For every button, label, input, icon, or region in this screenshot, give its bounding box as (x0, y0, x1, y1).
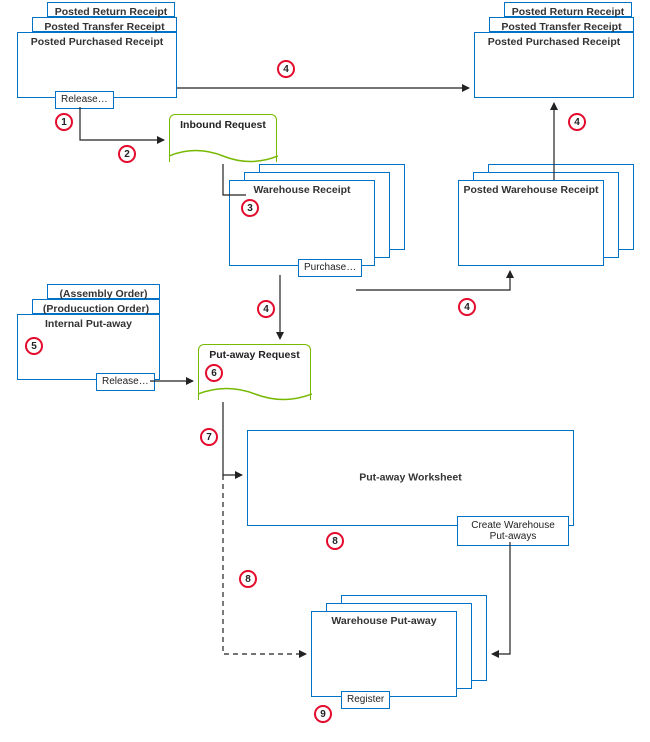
label: Register (347, 694, 384, 705)
label: Posted Purchased Receipt (18, 35, 176, 50)
label: Inbound Request (170, 119, 276, 131)
label: Posted Purchased Receipt (475, 35, 633, 50)
purchase-button[interactable]: Purchase… (298, 259, 362, 277)
label: Put-away Request (199, 349, 310, 361)
label: Release… (61, 94, 108, 105)
posted-purchased-receipt-box-1: Posted Purchased Receipt (17, 32, 177, 98)
warehouse-receipt-box: Warehouse Receipt (229, 180, 375, 266)
badge-4-mid-left: 4 (257, 300, 275, 318)
label: Posted Warehouse Receipt (459, 183, 603, 198)
badge-5: 5 (25, 337, 43, 355)
label: Put-away Worksheet (248, 471, 573, 486)
posted-return-receipt-box-1: Posted Return Receipt (47, 2, 175, 17)
badge-2: 2 (118, 145, 136, 163)
badge-4-mid-right: 4 (458, 298, 476, 316)
release-button-1[interactable]: Release… (55, 91, 114, 109)
create-wh-putaways-button[interactable]: Create WarehousePut-aways (457, 516, 569, 546)
badge-9: 9 (314, 705, 332, 723)
badge-3: 3 (241, 199, 259, 217)
posted-wh-receipt-box: Posted Warehouse Receipt (458, 180, 604, 266)
label: Create WarehousePut-aways (471, 520, 555, 542)
label: Warehouse Put-away (312, 614, 456, 629)
badge-7: 7 (200, 428, 218, 446)
register-button[interactable]: Register (341, 691, 390, 709)
posted-purchased-receipt-box-2: Posted Purchased Receipt (474, 32, 634, 98)
label: Warehouse Receipt (230, 183, 374, 198)
posted-transfer-receipt-box-2: Posted Transfer Receipt (489, 17, 634, 32)
posted-transfer-receipt-box-1: Posted Transfer Receipt (32, 17, 177, 32)
production-order-box: (Producuction Order) (32, 299, 160, 314)
badge-1: 1 (55, 113, 73, 131)
badge-8-dashed: 8 (239, 570, 257, 588)
assembly-order-box: (Assembly Order) (47, 284, 160, 299)
wh-putaway-box: Warehouse Put-away (311, 611, 457, 697)
inbound-request-box: Inbound Request (169, 114, 277, 162)
label: Release… (102, 376, 149, 387)
badge-8-center: 8 (326, 532, 344, 550)
label: Internal Put-away (18, 317, 159, 332)
release-button-2[interactable]: Release… (96, 373, 155, 391)
badge-4-right: 4 (568, 113, 586, 131)
label: Purchase… (304, 262, 356, 273)
posted-return-receipt-box-2: Posted Return Receipt (504, 2, 632, 17)
putaway-worksheet-box: Put-away Worksheet (247, 430, 574, 526)
badge-4-top: 4 (277, 60, 295, 78)
badge-6: 6 (205, 364, 223, 382)
